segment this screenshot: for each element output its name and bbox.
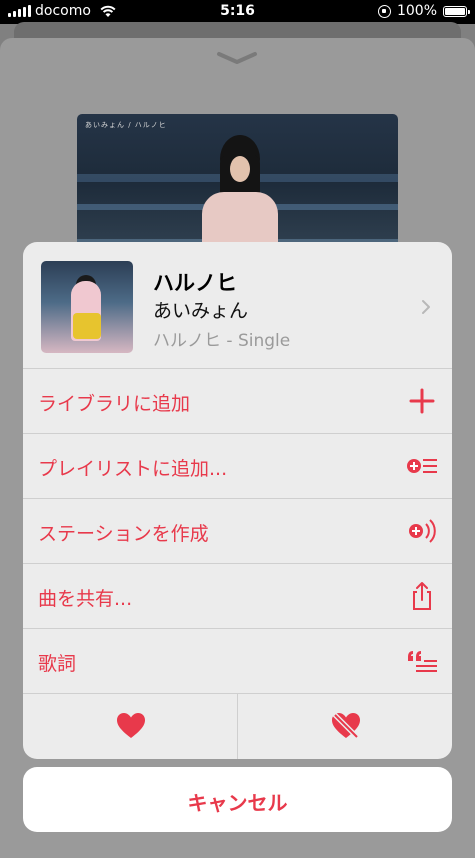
song-album: ハルノヒ - Single	[153, 331, 291, 351]
heart-icon	[117, 713, 145, 738]
chevron-right-icon	[422, 300, 430, 314]
orientation-lock-icon	[377, 4, 391, 18]
menu-item-label: ステーションを作成	[38, 523, 209, 545]
add-to-library-item[interactable]: ライブラリに追加	[23, 369, 452, 434]
menu-item-label: 曲を共有...	[38, 588, 133, 610]
song-header[interactable]: ハルノヒ あいみょん ハルノヒ - Single	[23, 242, 452, 369]
context-menu: ハルノヒ あいみょん ハルノヒ - Single ライブラリに追加 プレイリスト…	[23, 242, 452, 759]
cancel-label: キャンセル	[187, 791, 288, 815]
battery-icon	[443, 5, 470, 17]
add-to-playlist-item[interactable]: プレイリストに追加...	[23, 434, 452, 499]
menu-item-label: プレイリストに追加...	[38, 458, 228, 480]
share-icon	[413, 582, 431, 610]
add-to-playlist-icon	[407, 459, 437, 473]
lyrics-item[interactable]: 歌詞	[23, 629, 452, 694]
menu-item-label: ライブラリに追加	[38, 393, 191, 415]
lyrics-icon	[408, 651, 437, 672]
create-station-item[interactable]: ステーションを作成	[23, 499, 452, 564]
battery-percent: 100%	[396, 3, 437, 19]
create-station-icon	[409, 519, 436, 543]
share-song-item[interactable]: 曲を共有...	[23, 564, 452, 629]
song-artist: あいみょん	[153, 300, 249, 322]
status-right: 100%	[377, 3, 470, 19]
dislike-button[interactable]	[238, 693, 452, 759]
chevron-down-icon[interactable]	[216, 50, 258, 66]
menu-item-label: 歌詞	[38, 653, 77, 675]
cancel-button[interactable]: キャンセル	[23, 767, 452, 832]
album-artwork	[41, 261, 133, 353]
love-dislike-row	[23, 693, 452, 759]
song-title: ハルノヒ	[153, 271, 237, 295]
dislike-heart-icon	[332, 712, 360, 740]
love-button[interactable]	[23, 693, 238, 759]
plus-icon	[409, 388, 435, 414]
status-bar: docomo 5:16 100%	[0, 0, 475, 24]
